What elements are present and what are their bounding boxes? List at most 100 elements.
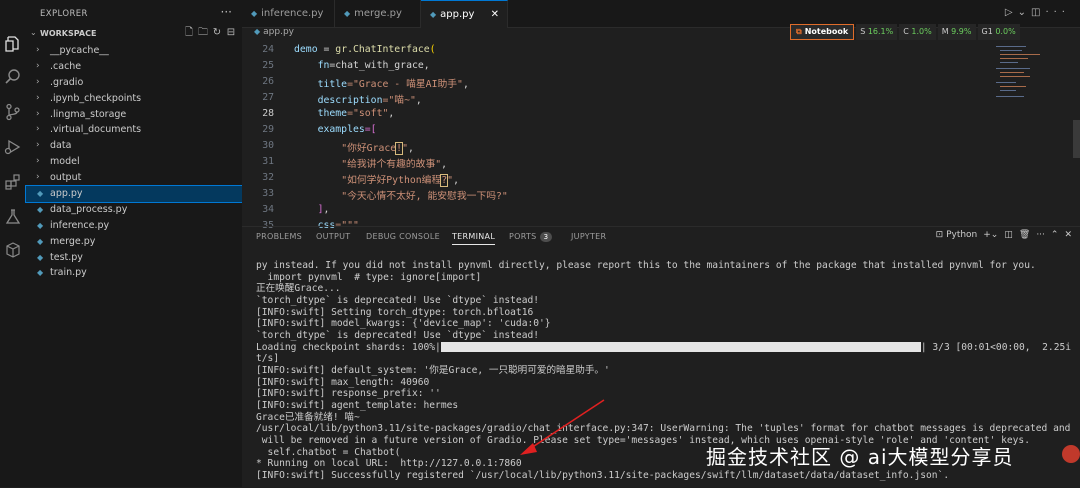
tab-problems[interactable]: PROBLEMS [256, 232, 302, 241]
code-token: fn [317, 60, 330, 71]
chevron-right-icon: › [36, 124, 40, 135]
new-terminal-icon[interactable]: +⌄ [983, 230, 998, 240]
more-actions-icon[interactable]: ··· [1045, 7, 1070, 18]
close-tab-icon[interactable]: ✕ [491, 1, 499, 28]
terminal-profile-label: Python [946, 230, 978, 240]
split-editor-icon[interactable]: ◫ [1031, 7, 1045, 18]
folder-item[interactable]: › .lingma_storage [26, 107, 242, 123]
folder-item[interactable]: › __pycache__ [26, 43, 242, 59]
code-token: =chat_with_grace, [329, 60, 430, 71]
file-item[interactable]: ◆ inference.py [26, 218, 242, 234]
python-file-icon: ◆ [37, 236, 44, 246]
chevron-down-icon[interactable]: ⌄ [1018, 7, 1031, 18]
watermark: 掘金技术社区 @ ai大模型分享员 [706, 445, 1014, 469]
breadcrumb[interactable]: ◆ app.py [242, 27, 294, 41]
folder-item[interactable]: › .cache [26, 59, 242, 75]
workspace-header[interactable]: ⌄ WORKSPACE 🗋 🗀 ↻ ⊟ [26, 27, 242, 43]
line-number: 25 [262, 60, 274, 71]
tree-item-label: output [50, 172, 82, 184]
run-icon[interactable]: ▷ [1005, 7, 1018, 18]
minimap-line [1000, 90, 1016, 91]
run-debug-icon[interactable] [3, 137, 23, 157]
metric-value: 0.0% [995, 27, 1016, 36]
collapse-all-icon[interactable]: ⊟ [226, 27, 236, 39]
python-file-icon: ◆ [37, 204, 44, 214]
extensions-icon[interactable] [3, 172, 23, 192]
code-editor[interactable]: 24 25 26 27 28 29 30 31 32 33 34 35 demo… [242, 42, 992, 231]
terminal-line: [INFO:swift] Successfully registered `/u… [256, 469, 950, 481]
more-actions-icon[interactable]: ··· [221, 5, 232, 19]
tab-jupyter[interactable]: JUPYTER [571, 232, 606, 241]
explorer-icon[interactable] [3, 34, 23, 54]
line-number: 26 [262, 76, 274, 87]
testing-icon[interactable] [3, 207, 23, 227]
tab-merge[interactable]: ◆ merge.py [335, 0, 421, 27]
chevron-down-icon: ⌄ [30, 28, 37, 37]
chevron-right-icon: › [36, 108, 40, 119]
line-number: 31 [262, 156, 274, 167]
folder-item[interactable]: › .gradio [26, 75, 242, 91]
tab-debug-console[interactable]: DEBUG CONSOLE [366, 232, 440, 241]
resource-monitor: ⧉ Notebook S 16.1% C 1.0% M 9.9% G1 0.0% [790, 24, 1020, 40]
source-control-icon[interactable] [3, 102, 23, 122]
tab-app[interactable]: ◆ app.py ✕ [421, 0, 508, 28]
terminal-profile[interactable]: ⊡ Python [936, 230, 978, 240]
close-panel-icon[interactable]: ✕ [1064, 230, 1072, 240]
folder-item[interactable]: › .ipynb_checkpoints [26, 91, 242, 107]
more-actions-icon[interactable]: ··· [1036, 230, 1045, 240]
terminal-line: [INFO:swift] default_system: '你是Grace, 一… [256, 364, 610, 376]
folder-item[interactable]: › output [26, 170, 242, 186]
line-number: 28 [262, 108, 274, 119]
file-item[interactable]: ◆ app.py [25, 185, 243, 203]
file-item[interactable]: ◆ data_process.py [26, 202, 242, 218]
remote-explorer-icon[interactable] [3, 240, 23, 260]
editor-scrollbar[interactable] [1073, 120, 1080, 158]
line-number: 33 [262, 188, 274, 199]
chevron-up-icon[interactable]: ⌃ [1051, 230, 1059, 240]
code-token: gr.ChatInterface [335, 44, 430, 55]
tree-item-label: test.py [50, 251, 83, 263]
chevron-right-icon: › [36, 156, 40, 167]
tree-item-label: train.py [50, 267, 87, 279]
minimap-line [1000, 62, 1018, 63]
editor-actions: ▷⌄◫··· [1005, 7, 1070, 18]
file-item[interactable]: ◆ test.py [26, 250, 242, 266]
code-line: "给我讲个有趣的故事", [294, 156, 447, 170]
terminal-line: t/s] [256, 353, 280, 365]
folder-item[interactable]: › .virtual_documents [26, 122, 242, 138]
minimap[interactable] [992, 42, 1072, 224]
refresh-icon[interactable]: ↻ [212, 27, 222, 39]
metric-value: 1.0% [911, 27, 932, 36]
terminal-line: [INFO:swift] model_kwargs: {'device_map'… [256, 318, 551, 330]
folder-item[interactable]: › data [26, 138, 242, 154]
tab-terminal[interactable]: TERMINAL [452, 232, 496, 245]
split-terminal-icon[interactable]: ◫ [1004, 230, 1013, 240]
metric-m: M 9.9% [937, 24, 976, 40]
tab-ports[interactable]: PORTS 3 [509, 232, 553, 242]
python-file-icon: ◆ [37, 189, 44, 199]
new-folder-icon[interactable]: 🗀 [198, 27, 208, 39]
tab-inference[interactable]: ◆ inference.py [242, 0, 335, 27]
notebook-label: Notebook [804, 27, 849, 36]
chevron-right-icon: › [36, 172, 40, 183]
new-file-icon[interactable]: 🗋 [184, 27, 194, 39]
folder-item[interactable]: › model [26, 154, 242, 170]
code-token: "今天心情不太好, 能安慰我一下吗?" [341, 191, 508, 202]
file-tree: › __pycache__ › .cache › .gradio › .ipynb_check… [25, 43, 243, 281]
trash-icon[interactable]: 🗑 [1019, 230, 1030, 240]
code-token: ="喵~" [382, 95, 416, 106]
tab-output[interactable]: OUTPUT [316, 232, 350, 241]
code-token: , [441, 159, 448, 170]
breadcrumb-file: app.py [263, 27, 294, 37]
code-token: demo [294, 44, 318, 55]
notebook-button[interactable]: ⧉ Notebook [790, 24, 855, 40]
search-icon[interactable] [3, 67, 23, 87]
file-item[interactable]: ◆ train.py [26, 265, 242, 281]
code-token: , [415, 95, 422, 106]
file-item[interactable]: ◆ merge.py [26, 234, 242, 250]
